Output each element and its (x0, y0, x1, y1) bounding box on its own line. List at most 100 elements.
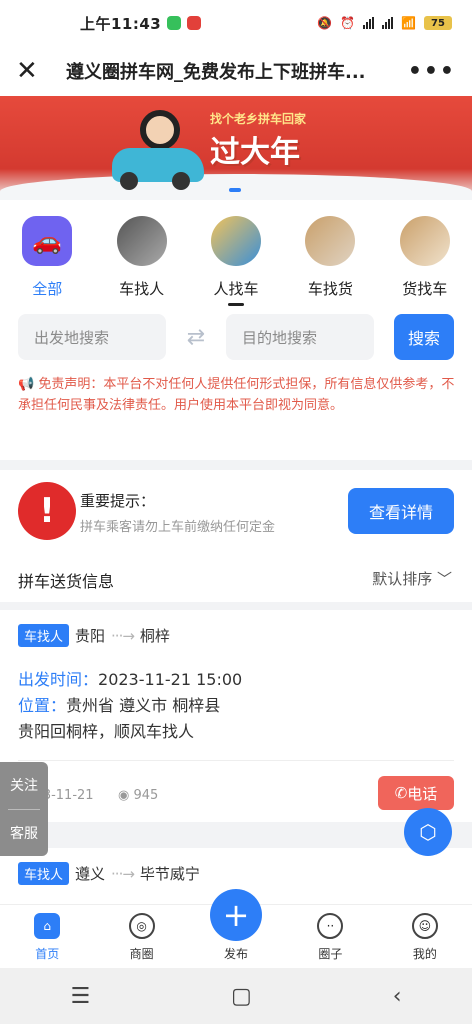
category-photo-icon (210, 216, 261, 266)
tab-label: 商圈 (129, 947, 154, 961)
list-title: 拼车送货信息 (18, 572, 115, 591)
category-photo-icon (399, 216, 450, 266)
category-passenger-seeks-car[interactable]: 人找车 (189, 216, 283, 306)
signal-icon (363, 17, 375, 29)
car-icon: 🚗 (22, 216, 73, 266)
route-arrow-icon: ···→ (111, 626, 135, 645)
listing-tag: 车找人 (18, 862, 70, 885)
call-button[interactable]: ✆ 电话 (378, 776, 454, 810)
signal-icon-2 (382, 17, 394, 29)
tab-label: 发布 (224, 947, 249, 961)
list-item[interactable]: 车找人 贵阳 ···→ 桐梓 出发时间：2023-11-21 15:00 位置：… (0, 610, 472, 822)
cube-icon[interactable]: ⬡ (404, 808, 452, 856)
tab-circle[interactable]: ·· 圈子 (283, 905, 377, 968)
category-car-seeks-cargo[interactable]: 车找货 (283, 216, 377, 306)
divider (18, 760, 454, 761)
tab-label: 圈子 (318, 947, 343, 961)
location-row: 位置：贵州省 遵义市 桐梓县 (18, 692, 220, 716)
alarm-icon: ⏰ (340, 16, 356, 30)
tab-publish[interactable]: + 发布 (189, 889, 283, 968)
status-bar: 上午11:43 🔕 ⏰ 📶 75 (0, 0, 472, 46)
depart-time-label: 出发时间： (18, 670, 99, 689)
speaker-icon: 📢 (18, 377, 35, 392)
banner-slogan-big: 过大年 (210, 135, 300, 170)
category-label: 车找人 (119, 280, 165, 298)
depart-time-value: 2023-11-21 15:00 (98, 670, 243, 689)
route-to: 桐梓 (139, 627, 170, 645)
eye-icon: ◉ (118, 788, 130, 803)
category-label: 全部 (32, 280, 63, 298)
wifi-icon: 📶 (401, 16, 416, 30)
view-count-value: 945 (133, 788, 159, 803)
customer-service-button[interactable]: 客服 (0, 810, 48, 857)
home-icon: ⌂ (34, 913, 61, 939)
category-label: 人找车 (213, 280, 259, 298)
view-details-button[interactable]: 查看详情 (348, 488, 454, 534)
side-float-menu: 关注 客服 (0, 762, 48, 856)
phone-icon: ✆ (394, 784, 408, 802)
list-header: 拼车送货信息 默认排序 ﹀ (0, 558, 472, 602)
category-cargo-seeks-car[interactable]: 货找车 (378, 216, 472, 306)
notice-subtitle: 拼车乘客请勿上车前缴纳任何定金 (80, 520, 276, 535)
important-notice: ! 重要提示： 拼车乘客请勿上车前缴纳任何定金 查看详情 (0, 470, 472, 558)
battery-indicator: 75 (424, 16, 452, 30)
sort-dropdown[interactable]: 默认排序 ﹀ (372, 568, 452, 589)
status-time: 上午11:43 (80, 14, 162, 33)
disclaimer: 📢 免责声明：本平台不对任何人提供任何形式担保，所有信息仅供参考，不承担任何民事… (18, 374, 456, 416)
mute-icon: 🔕 (317, 16, 333, 30)
route-arrow-icon: ···→ (111, 864, 135, 883)
chat-icon: ·· (317, 913, 344, 939)
title-bar: ✕ 遵义圈拼车网_免费发布上下班拼车... ••• (0, 46, 472, 96)
category-photo-icon (305, 216, 356, 266)
tab-profile[interactable]: ☺ 我的 (378, 905, 472, 968)
depart-time-row: 出发时间：2023-11-21 15:00 (18, 666, 242, 690)
listing-route: 车找人 贵阳 ···→ 桐梓 (18, 624, 170, 647)
warning-icon: ! (18, 482, 76, 540)
follow-button[interactable]: 关注 (0, 762, 48, 809)
category-underline (227, 303, 244, 306)
location-label: 位置： (18, 696, 67, 715)
notice-title: 重要提示： (80, 492, 156, 510)
category-label: 货找车 (402, 280, 448, 298)
banner-snow (0, 174, 472, 200)
back-icon[interactable]: ‹ (393, 984, 402, 1009)
system-nav-bar: ☰ ▢ ‹ (0, 968, 472, 1024)
category-car-seeks-passenger[interactable]: 车找人 (94, 216, 188, 306)
plus-icon: + (210, 889, 263, 941)
home-square-icon[interactable]: ▢ (231, 984, 252, 1009)
category-tabs: 🚗 全部 车找人 人找车 车找货 货找车 (0, 216, 472, 306)
to-search-input[interactable]: 目的地搜索 (226, 314, 374, 360)
tab-business[interactable]: ◎ 商圈 (94, 905, 188, 968)
listing-tag: 车找人 (18, 624, 70, 647)
from-search-input[interactable]: 出发地搜索 (18, 314, 166, 360)
tab-label: 我的 (412, 947, 437, 961)
close-icon[interactable]: ✕ (16, 56, 46, 86)
search-button[interactable]: 搜索 (394, 314, 454, 360)
banner-character-image (140, 110, 180, 150)
app-notification-icon (187, 16, 202, 30)
promo-banner[interactable]: 找个老乡拼车回家 过大年 (0, 96, 472, 200)
chevron-down-icon: ﹀ (436, 570, 452, 588)
category-all[interactable]: 🚗 全部 (0, 216, 94, 306)
category-label: 车找货 (307, 280, 353, 298)
view-count: ◉ 945 (118, 788, 158, 803)
more-icon[interactable]: ••• (408, 59, 456, 84)
tab-label: 首页 (35, 947, 60, 961)
search-row: 出发地搜索 ⇄ 目的地搜索 搜索 (18, 314, 454, 360)
wechat-icon (167, 16, 182, 30)
category-photo-icon (116, 216, 167, 266)
filter-panel: 🚗 全部 车找人 人找车 车找货 货找车 出发地搜索 ⇄ 目的地搜索 搜索 📢 … (0, 200, 472, 460)
swap-icon[interactable]: ⇄ (166, 325, 226, 350)
banner-car-image (112, 148, 204, 190)
call-label: 电话 (407, 784, 438, 803)
menu-icon[interactable]: ☰ (70, 984, 90, 1009)
tab-home[interactable]: ⌂ 首页 (0, 905, 94, 968)
bottom-tab-bar: ⌂ 首页 ◎ 商圈 + 发布 ·· 圈子 ☺ 我的 (0, 889, 472, 968)
smile-icon: ☺ (411, 913, 438, 939)
sort-label: 默认排序 (372, 570, 433, 588)
route-from: 贵阳 (75, 627, 106, 645)
location-value: 贵州省 遵义市 桐梓县 (66, 696, 221, 715)
target-icon: ◎ (128, 913, 155, 939)
route-from: 遵义 (75, 865, 106, 883)
listing-route: 车找人 遵义 ···→ 毕节威宁 (18, 862, 200, 885)
